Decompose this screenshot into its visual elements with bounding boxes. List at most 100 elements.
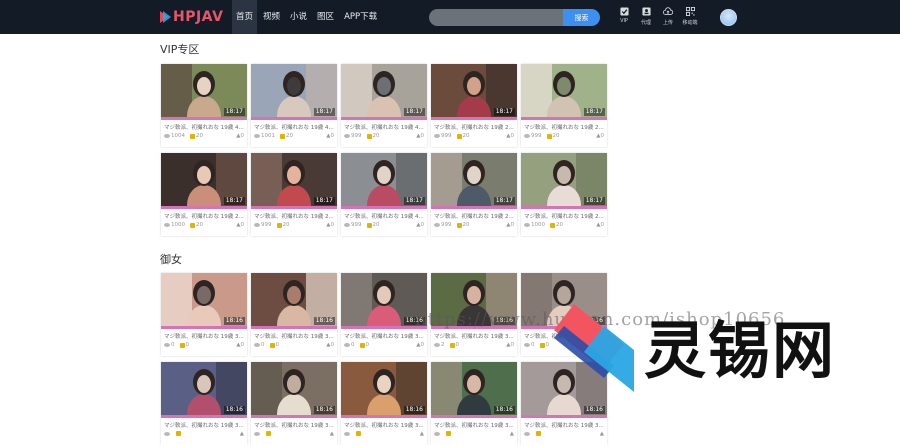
video-title[interactable]: マジ軟派、初撮れおな 19歳 4... bbox=[251, 120, 337, 131]
like-count: 0 bbox=[240, 133, 245, 139]
eye-icon bbox=[434, 343, 440, 347]
coin-icon bbox=[539, 342, 545, 348]
video-thumbnail[interactable]: 18:16 bbox=[251, 273, 337, 329]
thumbnail-accent-strip bbox=[161, 326, 247, 329]
coin-count: 0 bbox=[455, 342, 460, 348]
view-count: 0 bbox=[531, 342, 535, 348]
search-input[interactable] bbox=[429, 9, 564, 26]
vip-button[interactable]: VIP bbox=[614, 7, 634, 26]
video-title[interactable]: マジ軟派、初撮れおな 19歳 3... bbox=[431, 329, 517, 340]
video-thumbnail[interactable]: 18:17 bbox=[521, 153, 607, 209]
like-count: 0 bbox=[330, 133, 335, 139]
view-count: 1001 bbox=[261, 133, 275, 139]
video-title[interactable]: マジ軟派、初撮れおな 19歳 2... bbox=[431, 120, 517, 131]
video-thumbnail[interactable]: 18:16 bbox=[161, 362, 247, 418]
thumbnail-accent-strip bbox=[251, 117, 337, 120]
view-count: 999 bbox=[261, 222, 272, 228]
like-count: 0 bbox=[600, 222, 605, 228]
mobile-qr-icon bbox=[685, 7, 695, 16]
thumbs-up-icon: ▲ bbox=[509, 430, 514, 437]
video-thumbnail[interactable]: 18:16 bbox=[161, 273, 247, 329]
video-card[interactable]: 18:17 マジ軟派、初撮れおな 19歳 2... 1000 20 ▲0 bbox=[161, 153, 247, 236]
video-card[interactable]: 18:17 マジ軟派、初撮れおな 19歳 4... 999 20 ▲0 bbox=[341, 64, 427, 147]
video-title[interactable]: マジ軟派、初撮れおな 19歳 3... bbox=[161, 329, 247, 340]
video-card[interactable]: 18:17 マジ軟派、初撮れおな 19歳 4... 1004 20 ▲0 bbox=[161, 64, 247, 147]
video-title[interactable]: マジ軟派、初撮れおな 19歳 2... bbox=[521, 120, 607, 131]
like-count: 0 bbox=[240, 222, 245, 228]
video-title[interactable]: マジ軟派、初撮れおな 19歳 4... bbox=[161, 120, 247, 131]
site-logo[interactable]: HPJAV bbox=[160, 9, 223, 25]
video-title[interactable]: マジ軟派、初撮れおな 19歳 2... bbox=[251, 209, 337, 220]
thumbs-up-icon: ▲ bbox=[239, 430, 244, 437]
view-count: 1000 bbox=[171, 222, 185, 228]
thumbnail-accent-strip bbox=[521, 206, 607, 209]
coin-icon bbox=[546, 133, 552, 139]
video-thumbnail[interactable]: 18:16 bbox=[341, 362, 427, 418]
video-stats: 2 0 ▲0 bbox=[431, 340, 517, 348]
video-stats: 999 20 ▲0 bbox=[431, 220, 517, 228]
nav-item-novels[interactable]: 小说 bbox=[286, 0, 311, 34]
nav-item-pictures[interactable]: 图区 bbox=[313, 0, 338, 34]
nav-item-app-download[interactable]: APP下载 bbox=[340, 0, 381, 34]
video-title[interactable]: マジ軟派、初撮れおな 19歳 3... bbox=[341, 329, 427, 340]
video-card[interactable]: 18:16 マジ軟派、初撮れおな 19歳 3... ▲ bbox=[431, 362, 517, 445]
thumbnail-accent-strip bbox=[521, 117, 607, 120]
video-card[interactable]: 18:17 マジ軟派、初撮れおな 19歳 2... 999 20 ▲0 bbox=[251, 153, 337, 236]
video-thumbnail[interactable]: 18:17 bbox=[251, 64, 337, 120]
header-tools: VIP 代理 上传 移动端 bbox=[614, 7, 702, 26]
avatar[interactable] bbox=[720, 9, 737, 26]
video-stats: ▲ bbox=[431, 429, 517, 437]
video-title[interactable]: マジ軟派、初撮れおな 19歳 3... bbox=[251, 329, 337, 340]
video-thumbnail[interactable]: 18:17 bbox=[251, 153, 337, 209]
view-count: 2 bbox=[441, 342, 445, 348]
video-card[interactable]: 18:17 マジ軟派、初撮れおな 19歳 2... 999 20 ▲0 bbox=[521, 64, 607, 147]
nav-item-videos[interactable]: 视频 bbox=[259, 0, 284, 34]
video-stats: 00▲0 bbox=[251, 340, 337, 348]
view-count: 999 bbox=[441, 222, 452, 228]
video-card[interactable]: 18:16 マジ軟派、初撮れおな 19歳 3... ▲ bbox=[251, 362, 337, 445]
coin-icon bbox=[176, 431, 181, 436]
video-thumbnail[interactable]: 18:17 bbox=[431, 153, 517, 209]
search-button[interactable]: 搜索 bbox=[563, 9, 600, 26]
video-thumbnail[interactable]: 18:17 bbox=[431, 64, 517, 120]
video-card[interactable]: 18:17 マジ軟派、初撮れおな 19歳 4... 999 20 ▲0 bbox=[341, 153, 427, 236]
coin-count: 20 bbox=[552, 133, 560, 139]
coin-icon bbox=[366, 222, 372, 228]
video-card[interactable]: 18:16マジ軟派、初撮れおな 19歳 3...00▲0 bbox=[161, 273, 247, 356]
video-title[interactable]: マジ軟派、初撮れおな 19歳 3... bbox=[341, 418, 427, 429]
coin-count: 20 bbox=[196, 133, 203, 139]
video-card[interactable]: 18:17 マジ軟派、初撮れおな 19歳 2... 1000 20 ▲0 bbox=[521, 153, 607, 236]
agent-button[interactable]: 代理 bbox=[636, 7, 656, 26]
video-thumbnail[interactable]: 18:17 bbox=[161, 153, 247, 209]
video-title[interactable]: マジ軟派、初撮れおな 19歳 3... bbox=[521, 418, 607, 429]
video-title[interactable]: マジ軟派、初撮れおな 19歳 3... bbox=[431, 418, 517, 429]
video-title[interactable]: マジ軟派、初撮れおな 19歳 2... bbox=[161, 209, 247, 220]
video-card[interactable]: 18:17 マジ軟派、初撮れおな 19歳 4... 1001 20 ▲0 bbox=[251, 64, 337, 147]
video-thumbnail[interactable]: 18:17 bbox=[521, 64, 607, 120]
video-card[interactable]: 18:16マジ軟派、初撮れおな 19歳 3...00▲0 bbox=[251, 273, 337, 356]
mobile-button[interactable]: 移动端 bbox=[680, 7, 700, 26]
video-title[interactable]: マジ軟派、初撮れおな 19歳 4... bbox=[341, 120, 427, 131]
video-card[interactable]: 18:16 マジ軟派、初撮れおな 19歳 3... ▲ bbox=[161, 362, 247, 445]
video-thumbnail[interactable]: 18:17 bbox=[341, 64, 427, 120]
video-thumbnail[interactable]: 18:16 bbox=[431, 362, 517, 418]
video-title[interactable]: マジ軟派、初撮れおな 19歳 2... bbox=[521, 209, 607, 220]
video-thumbnail[interactable]: 18:17 bbox=[341, 153, 427, 209]
coin-icon bbox=[456, 133, 462, 139]
like-count: 0 bbox=[510, 342, 515, 348]
video-title[interactable]: マジ軟派、初撮れおな 19歳 2... bbox=[431, 209, 517, 220]
nav-item-home[interactable]: 首页 bbox=[232, 0, 258, 34]
coin-icon bbox=[190, 133, 195, 139]
video-title[interactable]: マジ軟派、初撮れおな 19歳 4... bbox=[341, 209, 427, 220]
video-duration: 18:16 bbox=[583, 406, 605, 414]
view-count: 999 bbox=[441, 133, 452, 139]
video-title[interactable]: マジ軟派、初撮れおな 19歳 3... bbox=[251, 418, 337, 429]
coin-count: 0 bbox=[365, 342, 370, 348]
video-thumbnail[interactable]: 18:16 bbox=[251, 362, 337, 418]
video-title[interactable]: マジ軟派、初撮れおな 19歳 3... bbox=[161, 418, 247, 429]
upload-button[interactable]: 上传 bbox=[658, 7, 678, 26]
video-thumbnail[interactable]: 18:17 bbox=[161, 64, 247, 120]
video-card[interactable]: 18:17 マジ軟派、初撮れおな 19歳 2... 999 20 ▲0 bbox=[431, 153, 517, 236]
video-card[interactable]: 18:17 マジ軟派、初撮れおな 19歳 2... 999 20 ▲0 bbox=[431, 64, 517, 147]
video-card[interactable]: 18:16 マジ軟派、初撮れおな 19歳 3... ▲ bbox=[341, 362, 427, 445]
